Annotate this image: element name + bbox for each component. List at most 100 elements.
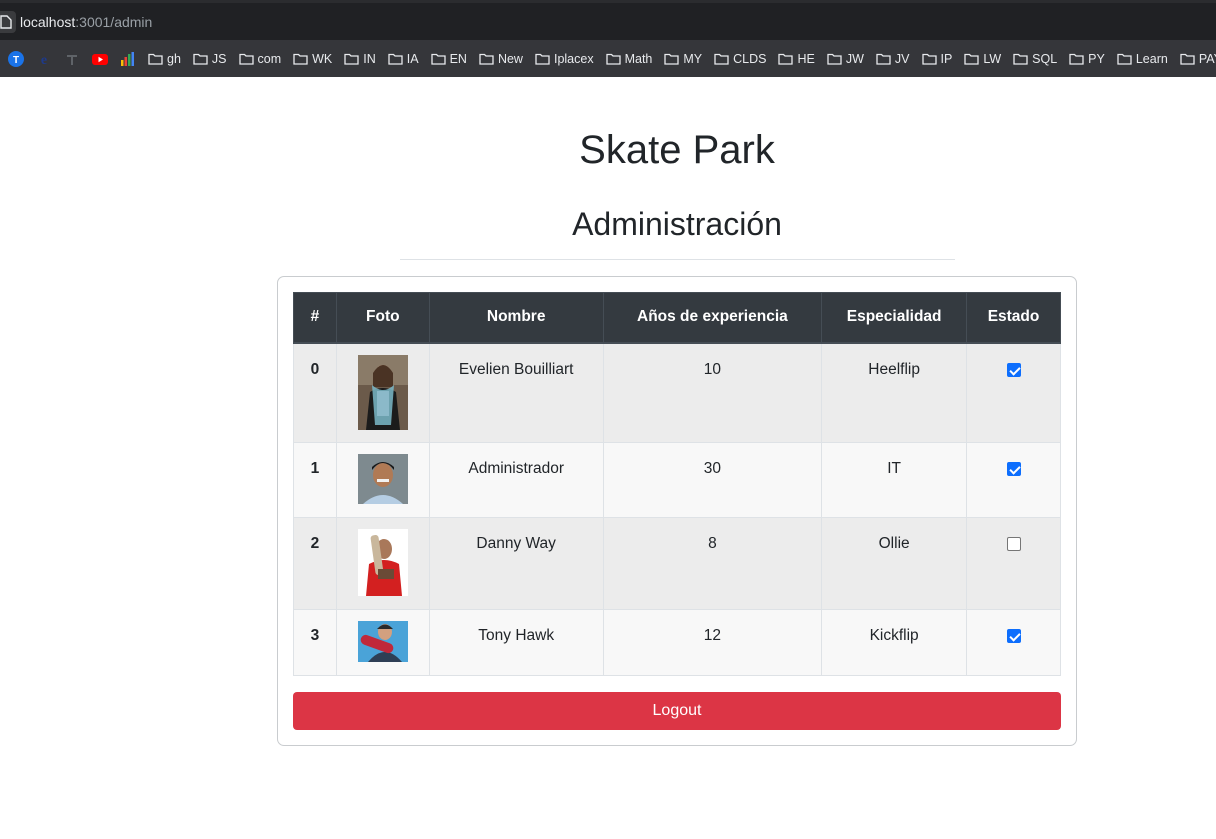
row-index: 2: [293, 517, 337, 610]
bookmark-folder-label: Iplacex: [553, 51, 594, 66]
folder-icon: [1013, 53, 1028, 65]
bookmark-folder[interactable]: New: [479, 52, 523, 66]
folder-icon: [479, 53, 494, 65]
row-status: [966, 609, 1061, 676]
row-index: 1: [293, 442, 337, 518]
bookmark-folder-label: com: [257, 51, 282, 66]
bookmark-folder[interactable]: WK: [293, 52, 332, 66]
skater-photo: [357, 529, 408, 596]
row-name: Administrador: [428, 442, 604, 518]
status-checkbox[interactable]: [1006, 629, 1021, 643]
bookmark-folder[interactable]: CLDS: [714, 52, 766, 66]
row-index: 3: [293, 609, 337, 676]
row-specialty: IT: [821, 442, 968, 518]
bookmark-folder-label: IA: [406, 51, 419, 66]
page-title: Skate Park: [579, 128, 775, 172]
folder-icon: [1180, 53, 1195, 65]
folder-icon: [921, 53, 937, 65]
folder-icon: [388, 53, 403, 65]
youtube-bookmark-icon[interactable]: [92, 51, 108, 67]
svg-text:e: e: [41, 53, 47, 67]
bookmark-folder[interactable]: JV: [876, 52, 910, 66]
url-path: :3001/admin: [75, 14, 153, 30]
skater-photo: [357, 354, 408, 430]
row-experience: 10: [602, 342, 823, 443]
bookmark-folder[interactable]: EN: [430, 51, 467, 66]
folder-icon: [876, 53, 891, 65]
svg-text:T: T: [13, 55, 19, 66]
folder-icon: [193, 53, 208, 65]
tool-bookmark-icon[interactable]: [64, 51, 80, 67]
row-specialty: Heelflip: [821, 342, 968, 443]
bookmark-folder[interactable]: JS: [193, 52, 227, 66]
bookmark-folder-label: New: [497, 51, 523, 66]
table-row: 2 Danny Way 8 Ollie: [293, 517, 1061, 610]
bookmark-folder[interactable]: HE: [778, 51, 815, 66]
bookmark-folder-label: HE: [797, 51, 815, 66]
folder-icon: [1069, 53, 1084, 65]
bookmark-folder-label: WK: [312, 51, 333, 66]
url-host: localhost: [20, 14, 76, 30]
bookmark-folder[interactable]: Iplacex: [535, 52, 594, 66]
bookmark-folder[interactable]: MY: [664, 52, 702, 66]
bookmark-folder-label: LW: [983, 51, 1002, 66]
bookmark-folder-label: Math: [624, 51, 653, 66]
bookmark-folder[interactable]: gh: [148, 52, 181, 66]
bookmark-folder[interactable]: Learn: [1117, 52, 1168, 66]
bookmark-folder[interactable]: JW: [827, 52, 864, 66]
skater-photo: [357, 621, 408, 662]
row-name: Danny Way: [428, 517, 604, 610]
row-name: Evelien Bouilliart: [428, 342, 604, 443]
folder-icon: [293, 53, 308, 65]
row-status: [966, 342, 1061, 443]
folder-icon: [664, 53, 680, 65]
bookmark-folder[interactable]: Math: [605, 51, 653, 66]
row-name: Tony Hawk: [428, 609, 604, 676]
bookmark-folder-label: CLDS: [733, 51, 767, 66]
header-specialty: Especialidad: [821, 292, 968, 344]
url-field[interactable]: localhost:3001/admin: [20, 14, 152, 30]
bookmark-folder-label: JS: [211, 51, 227, 66]
folder-icon: [964, 53, 979, 65]
bookmark-folder-label: PY: [1088, 51, 1105, 66]
bookmark-folder[interactable]: IP: [921, 52, 952, 66]
status-checkbox[interactable]: [1006, 462, 1021, 476]
browser-address-bar: localhost:3001/admin: [0, 0, 1216, 40]
header-index: #: [293, 292, 337, 344]
bookmark-folder-label: gh: [167, 51, 181, 66]
bookmark-folder[interactable]: LW: [964, 52, 1001, 66]
bookmark-folder-label: EN: [449, 51, 467, 66]
folder-icon: [344, 53, 359, 65]
edge-bookmark-icon[interactable]: e: [36, 51, 52, 68]
bookmark-folder-label: SQL: [1032, 51, 1058, 66]
bookmark-folder[interactable]: SQL: [1013, 52, 1057, 66]
bookmark-folder-label: PAY: [1198, 51, 1216, 66]
row-experience: 12: [602, 609, 823, 676]
admin-card: # Foto Nombre Años de experiencia Especi…: [277, 276, 1077, 746]
folder-icon: [430, 53, 446, 65]
logout-button[interactable]: Logout: [293, 692, 1061, 730]
row-status: [966, 442, 1061, 518]
header-photo: Foto: [335, 292, 430, 344]
bookmark-folder-label: IN: [363, 51, 376, 66]
table-header-row: # Foto Nombre Años de experiencia Especi…: [293, 292, 1061, 344]
row-experience: 30: [602, 442, 823, 518]
bookmark-folder[interactable]: PY: [1069, 52, 1105, 66]
photo-cell: [335, 517, 430, 610]
translate-bookmark-icon[interactable]: T: [8, 50, 24, 67]
bookmark-folder[interactable]: IN: [344, 52, 376, 66]
status-checkbox[interactable]: [1006, 537, 1021, 551]
bookmark-folder[interactable]: IA: [388, 52, 419, 66]
skaters-table: # Foto Nombre Años de experiencia Especi…: [293, 292, 1061, 676]
bookmark-folder[interactable]: PAY: [1180, 52, 1216, 66]
table-row: 3 Tony Hawk 12 Kickflip: [293, 609, 1061, 676]
analytics-bookmark-icon[interactable]: [120, 51, 136, 67]
bookmark-folder-label: MY: [683, 51, 703, 66]
bookmark-folder-label: Learn: [1135, 51, 1168, 66]
bookmark-folder[interactable]: com: [238, 51, 282, 66]
folder-icon: [148, 53, 163, 65]
folder-icon: [605, 53, 621, 65]
folder-icon: [778, 53, 794, 65]
status-checkbox[interactable]: [1006, 362, 1021, 377]
header-name: Nombre: [428, 292, 604, 344]
